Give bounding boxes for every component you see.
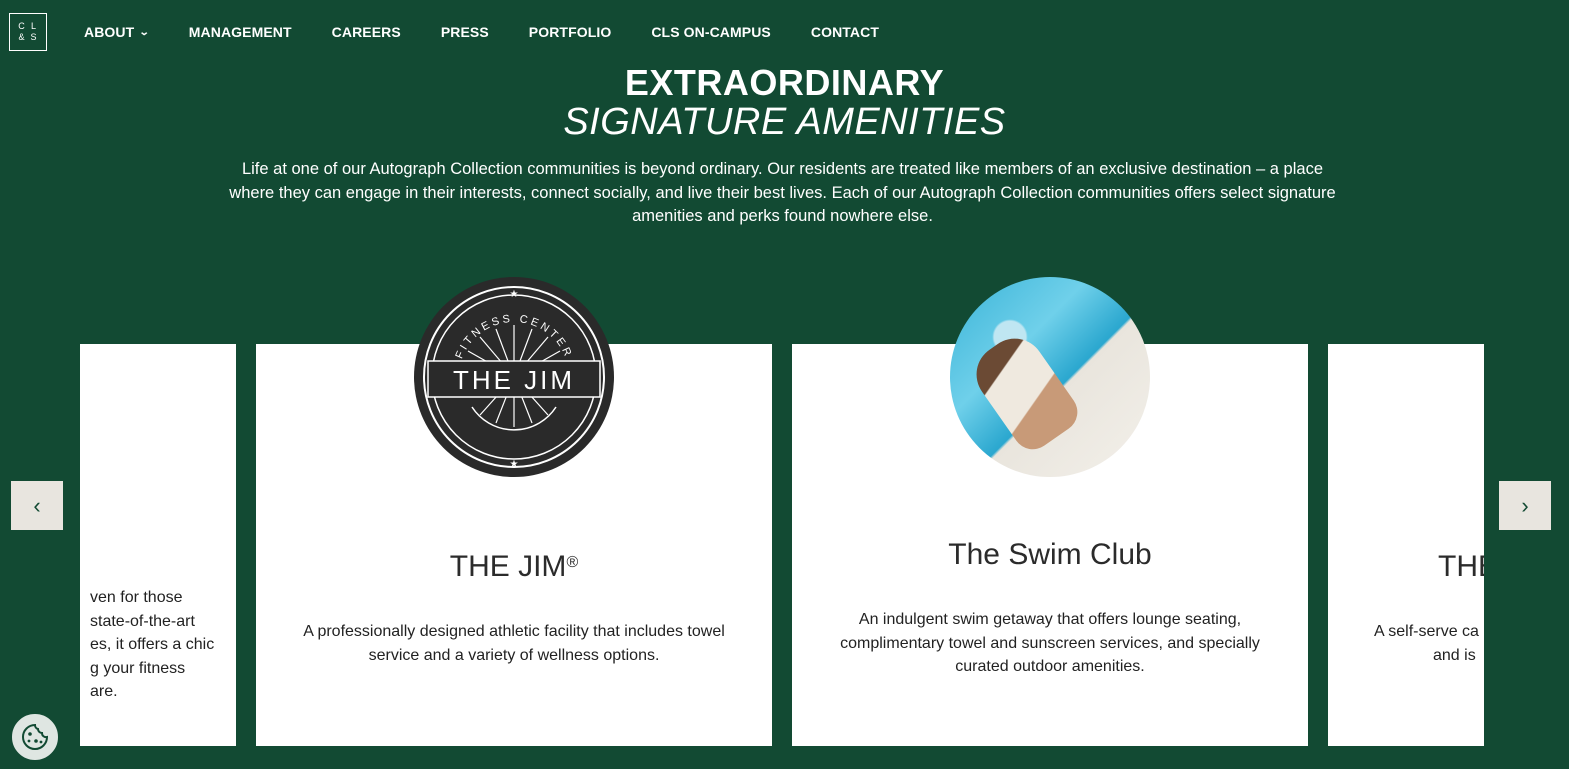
nav-press[interactable]: PRESS: [441, 24, 489, 40]
amenity-title: THE: [1438, 550, 1484, 583]
carousel-prev-button[interactable]: ‹: [11, 481, 63, 530]
amenity-card: THE A self-serve ca and is: [1328, 344, 1484, 746]
desc-line: and is: [1433, 646, 1476, 664]
logo-letter: &: [18, 32, 26, 42]
amenity-title-text: THE JIM: [449, 550, 567, 583]
nav-about-label: ABOUT: [84, 24, 135, 40]
amenities-carousel: ven for those state-of-the-art es, it of…: [80, 270, 1484, 750]
svg-text:★: ★: [510, 289, 519, 300]
amenity-description: A self-serve ca and is: [1374, 620, 1479, 667]
nav-careers[interactable]: CAREERS: [332, 24, 401, 40]
main-nav: ABOUT ⌄ MANAGEMENT CAREERS PRESS PORTFOL…: [84, 24, 919, 40]
desc-line: es, it offers a chic: [90, 636, 215, 653]
desc-line: g your fitness: [90, 659, 186, 677]
chevron-down-icon: ⌄: [139, 26, 151, 38]
nav-management[interactable]: MANAGEMENT: [189, 24, 292, 40]
desc-line: ven for those: [90, 589, 183, 606]
logo-letter: L: [30, 21, 37, 31]
chevron-left-icon: ‹: [33, 492, 41, 518]
the-jim-badge-icon: THE JIM FITNESS CENTER ★ ★: [414, 277, 614, 477]
amenity-card: ven for those state-of-the-art es, it of…: [80, 344, 236, 746]
chevron-right-icon: ›: [1521, 492, 1529, 518]
amenity-title: THE JIM®: [256, 550, 772, 584]
amenity-description: An indulgent swim getaway that offers lo…: [840, 611, 1260, 675]
section-subtitle: SIGNATURE AMENITIES: [563, 101, 1006, 143]
nav-cls-on-campus[interactable]: CLS ON-CAMPUS: [651, 24, 771, 40]
logo-letter: C: [18, 21, 26, 31]
desc-line: are.: [90, 683, 118, 700]
nav-portfolio[interactable]: PORTFOLIO: [529, 24, 612, 40]
amenity-description: A professionally designed athletic facil…: [303, 623, 725, 664]
svg-text:★: ★: [510, 459, 519, 470]
swimmer-figure: [964, 326, 1086, 458]
swim-club-photo: [950, 277, 1150, 477]
amenity-title: The Swim Club: [948, 538, 1152, 571]
section-intro: Life at one of our Autograph Collection …: [229, 160, 1336, 225]
cookie-icon: [22, 723, 49, 750]
nav-about[interactable]: ABOUT ⌄: [84, 24, 151, 40]
carousel-next-button[interactable]: ›: [1499, 481, 1551, 530]
logo[interactable]: C L & S: [9, 13, 47, 51]
nav-contact[interactable]: CONTACT: [811, 24, 879, 40]
amenity-description: ven for those state-of-the-art es, it of…: [80, 586, 214, 704]
desc-line: A self-serve ca: [1374, 623, 1479, 640]
registered-mark: ®: [566, 554, 579, 571]
section-title: EXTRAORDINARY: [624, 62, 945, 103]
desc-line: state-of-the-art: [90, 612, 195, 630]
cookie-settings-button[interactable]: [10, 712, 60, 762]
badge-center-text: THE JIM: [453, 365, 575, 395]
logo-letter: S: [30, 32, 38, 42]
